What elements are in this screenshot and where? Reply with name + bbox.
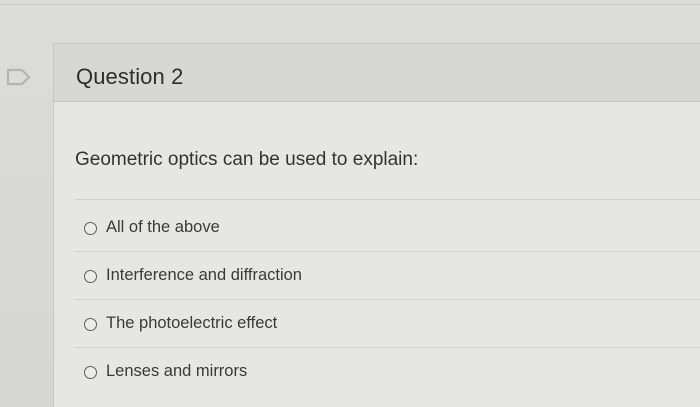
answer-list: All of the above Interference and diffra… xyxy=(75,204,700,395)
answer-option-interference-and-diffraction[interactable]: Interference and diffraction xyxy=(75,252,700,300)
answer-label: The photoelectric effect xyxy=(106,314,278,332)
question-title: Question 2 xyxy=(76,64,184,89)
quiz-page: Question 2 Geometric optics can be used … xyxy=(0,0,700,407)
radio-button[interactable] xyxy=(84,270,97,283)
radio-button[interactable] xyxy=(84,366,97,379)
answer-label: Interference and diffraction xyxy=(106,266,302,284)
answer-label: Lenses and mirrors xyxy=(106,362,248,380)
question-header: Question 2 xyxy=(54,44,700,102)
radio-button[interactable] xyxy=(84,318,97,331)
question-card: Question 2 Geometric optics can be used … xyxy=(53,43,700,407)
radio-button[interactable] xyxy=(84,222,97,235)
answer-option-lenses-and-mirrors[interactable]: Lenses and mirrors xyxy=(75,348,700,395)
flag-icon[interactable] xyxy=(6,68,32,86)
question-divider xyxy=(75,199,700,200)
answer-option-photoelectric-effect[interactable]: The photoelectric effect xyxy=(75,300,700,348)
answer-label: All of the above xyxy=(106,218,220,236)
top-divider xyxy=(0,4,700,5)
question-text: Geometric optics can be used to explain: xyxy=(75,149,419,170)
answer-option-all-of-the-above[interactable]: All of the above xyxy=(75,204,700,252)
